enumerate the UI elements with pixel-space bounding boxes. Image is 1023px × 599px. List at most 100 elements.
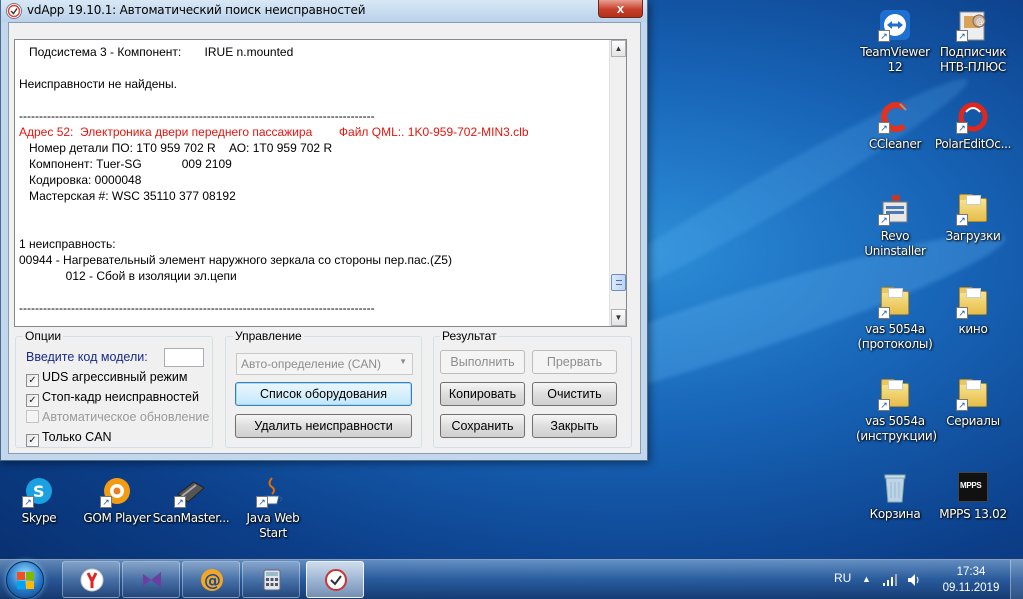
- clock[interactable]: 17:34 09.11.2019: [940, 564, 1002, 596]
- checkbox-label: UDS агрессивный режим: [42, 370, 188, 384]
- options-group-title: Опции: [23, 329, 64, 343]
- recycle-bin-icon: [878, 470, 912, 504]
- abort-button[interactable]: Прервать: [532, 350, 617, 374]
- visual-studio-icon: [140, 568, 164, 592]
- checkbox-auto-update[interactable]: Автоматическое обновление: [26, 410, 209, 426]
- checkbox-uds-aggressive[interactable]: ✓ UDS агрессивный режим: [26, 370, 188, 387]
- control-group-title: Управление: [233, 329, 304, 343]
- revo-icon: ↗: [878, 192, 912, 226]
- checkbox-box[interactable]: ✓: [26, 434, 39, 447]
- log-scrollbar[interactable]: ▲ ▼: [609, 40, 626, 326]
- taskbar-visual-studio[interactable]: [122, 561, 180, 598]
- model-code-label: Введите код модели:: [26, 350, 148, 364]
- log-line: Кодировка: 0000048: [19, 173, 142, 187]
- language-indicator[interactable]: RU: [834, 571, 851, 585]
- clock-date: 09.11.2019: [942, 582, 1000, 594]
- desktop-icon-java[interactable]: ↗ Java Web Start: [234, 474, 312, 541]
- network-icon[interactable]: [882, 573, 898, 592]
- podpisnik-icon: @ ↗: [956, 8, 990, 42]
- desktop-icon-label: CCleaner: [868, 137, 922, 151]
- ccleaner-icon: ↗: [878, 100, 912, 134]
- skype-icon: S ↗: [22, 474, 56, 508]
- desktop-icon-serials[interactable]: ↗ Сериалы: [934, 377, 1012, 429]
- taskbar-yandex-browser[interactable]: [62, 561, 120, 598]
- scroll-up-button[interactable]: ▲: [611, 40, 626, 57]
- volume-icon[interactable]: [906, 572, 922, 593]
- log-line: 00944 - Нагревательный элемент наружного…: [19, 253, 452, 267]
- scroll-thumb[interactable]: [611, 274, 626, 291]
- desktop-icon-label: кино: [958, 322, 988, 336]
- desktop-icon-label: PolarEditOc...: [934, 137, 1012, 151]
- desktop-icon-label: ScanMaster...: [152, 511, 230, 525]
- chevron-down-icon: ▼: [399, 357, 407, 366]
- desktop-icon-label: Загрузки: [945, 229, 1001, 243]
- desktop-icon-gom[interactable]: ↗ GOM Player: [78, 474, 156, 526]
- close-window-button[interactable]: x: [598, 0, 643, 18]
- model-code-input[interactable]: [164, 348, 204, 367]
- delete-faults-button[interactable]: Удалить неисправности: [235, 414, 412, 438]
- folder-icon: ↗: [956, 377, 990, 411]
- yandex-browser-icon: [80, 568, 104, 592]
- desktop-icon-vas-protocols[interactable]: ↗ vas 5054a (протоколы): [856, 285, 934, 352]
- result-group-title: Результат: [440, 329, 499, 343]
- close-button[interactable]: Закрыть: [532, 414, 617, 438]
- desktop-icon-kino[interactable]: ↗ кино: [934, 285, 1012, 337]
- checkbox-box[interactable]: [26, 410, 39, 423]
- show-hidden-icons-icon[interactable]: ▲: [862, 574, 871, 584]
- log-line: Компонент: Tuer-SG 009 2109: [19, 157, 232, 171]
- taskbar: @ RU ▲ 17:34 09.11.2019: [0, 559, 1023, 599]
- log-line: Номер детали ПО: 1T0 959 702 R АО: 1T0 9…: [19, 141, 333, 155]
- checkbox-freeze-frame[interactable]: ✓ Стоп-кадр неисправностей: [26, 390, 199, 407]
- vdapp-icon: [324, 568, 348, 592]
- desktop-icon-polaredit[interactable]: ↗ PolarEditOc...: [934, 100, 1012, 152]
- java-icon: ↗: [256, 474, 290, 508]
- scroll-down-button[interactable]: ▼: [611, 309, 626, 326]
- equipment-list-button[interactable]: Список оборудования: [235, 382, 412, 406]
- copy-button[interactable]: Копировать: [440, 382, 525, 406]
- svg-text:@: @: [976, 17, 984, 26]
- desktop-icon-label: GOM Player: [83, 511, 151, 525]
- log-line: 012 - Сбой в изоляции эл.цепи: [19, 269, 237, 283]
- desktop-icon-teamviewer[interactable]: ↗ TeamViewer 12: [856, 8, 934, 75]
- checkbox-label: Только CAN: [42, 430, 112, 444]
- checkbox-can-only[interactable]: ✓ Только CAN: [26, 430, 112, 447]
- diagnostic-log[interactable]: Подсистема 3 - Компонент: IRUE n.mounted…: [14, 39, 627, 327]
- checkbox-label: Стоп-кадр неисправностей: [42, 390, 199, 404]
- desktop-icon-revo[interactable]: ↗ Revo Uninstaller: [856, 192, 934, 259]
- execute-button[interactable]: Выполнить: [440, 350, 525, 374]
- start-button[interactable]: [6, 561, 44, 599]
- log-line: Подсистема 3 - Компонент: IRUE n.mounted: [19, 45, 294, 59]
- taskbar-calculator[interactable]: [242, 561, 300, 598]
- desktop-icon-label: vas 5054a (инструкции): [856, 414, 937, 443]
- checkbox-box[interactable]: ✓: [26, 374, 39, 387]
- desktop-icon-scanmaster[interactable]: ↗ ScanMaster...: [152, 474, 230, 526]
- desktop-icon-recycle-bin[interactable]: Корзина: [856, 470, 934, 522]
- taskbar-vdapp[interactable]: [306, 561, 364, 598]
- desktop-icon-label: Корзина: [869, 507, 921, 521]
- title-bar[interactable]: vdApp 19.10.1: Автоматический поиск неис…: [1, 0, 647, 22]
- desktop-icon-downloads[interactable]: ↗ Загрузки: [934, 192, 1012, 244]
- desktop-icon-mpps[interactable]: MPPS MPPS 13.02: [934, 470, 1012, 522]
- desktop-icon-label: vas 5054a (протоколы): [857, 322, 933, 351]
- desktop-icon-label: Revo Uninstaller: [864, 229, 926, 258]
- polaredit-icon: ↗: [956, 100, 990, 134]
- log-line: ----------------------------------------…: [19, 109, 375, 123]
- window-title: vdApp 19.10.1: Автоматический поиск неис…: [27, 3, 366, 17]
- desktop-icon-vas-instructions[interactable]: ↗ vas 5054a (инструкции): [856, 377, 937, 444]
- taskbar-mail-agent[interactable]: @: [182, 561, 240, 598]
- mode-select[interactable]: Авто-определение (CAN) ▼: [236, 353, 413, 375]
- svg-text:S: S: [33, 482, 45, 501]
- desktop-icon-podpisnik[interactable]: @ ↗ Подписчик НТВ-ПЛЮС: [934, 8, 1012, 75]
- desktop-icon-skype[interactable]: S ↗ Skype: [0, 474, 78, 526]
- calculator-icon: [260, 568, 284, 592]
- clear-button[interactable]: Очистить: [532, 382, 617, 406]
- save-button[interactable]: Сохранить: [440, 414, 525, 438]
- log-line: Мастерская #: WSC 35110 377 08192: [19, 189, 236, 203]
- desktop-icon-ccleaner[interactable]: ↗ CCleaner: [856, 100, 934, 152]
- show-desktop-button[interactable]: [1010, 560, 1023, 599]
- desktop-icon-label: Подписчик НТВ-ПЛЮС: [939, 45, 1007, 74]
- checkbox-box[interactable]: ✓: [26, 394, 39, 407]
